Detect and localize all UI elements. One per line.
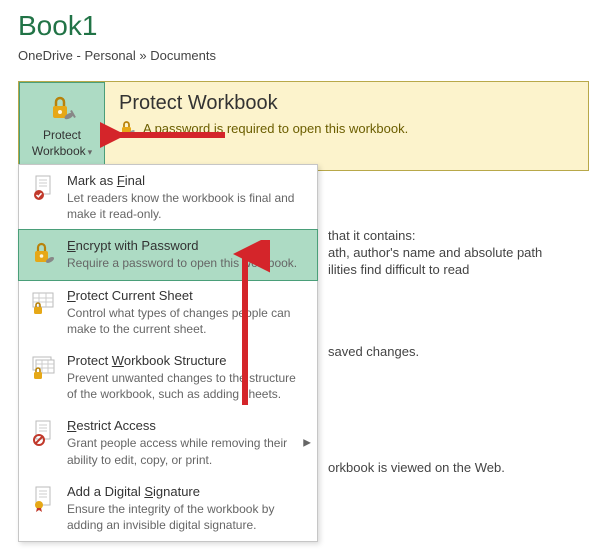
chevron-down-icon: ▾ xyxy=(88,147,93,157)
protect-button-label: Protect Workbook▾ xyxy=(32,128,92,159)
menu-item-encrypt-password[interactable]: Encrypt with Password Require a password… xyxy=(18,229,318,280)
document-badge-icon xyxy=(29,173,59,203)
bg-text-2: ath, author's name and absolute path xyxy=(328,245,542,260)
menu-item-restrict-access[interactable]: Restrict Access Grant people access whil… xyxy=(19,410,317,475)
bg-text-3: ilities find difficult to read xyxy=(328,262,469,277)
menu-desc: Prevent unwanted changes to the structur… xyxy=(67,370,299,402)
lock-key-icon xyxy=(46,92,78,124)
menu-title: Mark as Final xyxy=(67,173,299,188)
menu-title: Restrict Access xyxy=(67,418,299,433)
document-ribbon-icon xyxy=(29,484,59,514)
page-title: Book1 xyxy=(18,10,589,42)
menu-item-mark-final[interactable]: Mark as Final Let readers know the workb… xyxy=(19,165,317,230)
mini-lock-icon xyxy=(119,119,137,137)
menu-title: Add a Digital Signature xyxy=(67,484,299,499)
panel-subtitle: A password is required to open this work… xyxy=(119,119,408,137)
menu-desc: Require a password to open this workbook… xyxy=(67,255,299,271)
protect-workbook-button[interactable]: Protect Workbook▾ xyxy=(19,82,105,170)
sheet-lock-icon xyxy=(29,288,59,318)
menu-item-protect-structure[interactable]: Protect Workbook Structure Prevent unwan… xyxy=(19,345,317,410)
menu-title: Encrypt with Password xyxy=(67,238,299,253)
lock-key-icon xyxy=(29,238,59,268)
bg-text-4: saved changes. xyxy=(328,344,419,359)
menu-desc: Ensure the integrity of the workbook by … xyxy=(67,501,299,533)
bg-text-1: that it contains: xyxy=(328,228,415,243)
menu-title: Protect Current Sheet xyxy=(67,288,299,303)
bg-text-5: orkbook is viewed on the Web. xyxy=(328,460,505,475)
menu-item-protect-sheet[interactable]: Protect Current Sheet Control what types… xyxy=(19,280,317,345)
protect-workbook-dropdown: Mark as Final Let readers know the workb… xyxy=(18,164,318,542)
protect-workbook-panel: Protect Workbook▾ Protect Workbook A pas… xyxy=(18,81,589,171)
workbook-lock-icon xyxy=(29,353,59,383)
menu-desc: Let readers know the workbook is final a… xyxy=(67,190,299,222)
menu-item-digital-signature[interactable]: Add a Digital Signature Ensure the integ… xyxy=(19,476,317,541)
menu-desc: Grant people access while removing their… xyxy=(67,435,299,467)
document-no-icon xyxy=(29,418,59,448)
breadcrumb: OneDrive - Personal » Documents xyxy=(18,48,589,63)
submenu-arrow-icon: ▶ xyxy=(303,438,311,449)
menu-title: Protect Workbook Structure xyxy=(67,353,299,368)
menu-desc: Control what types of changes people can… xyxy=(67,305,299,337)
panel-heading: Protect Workbook xyxy=(119,92,408,115)
